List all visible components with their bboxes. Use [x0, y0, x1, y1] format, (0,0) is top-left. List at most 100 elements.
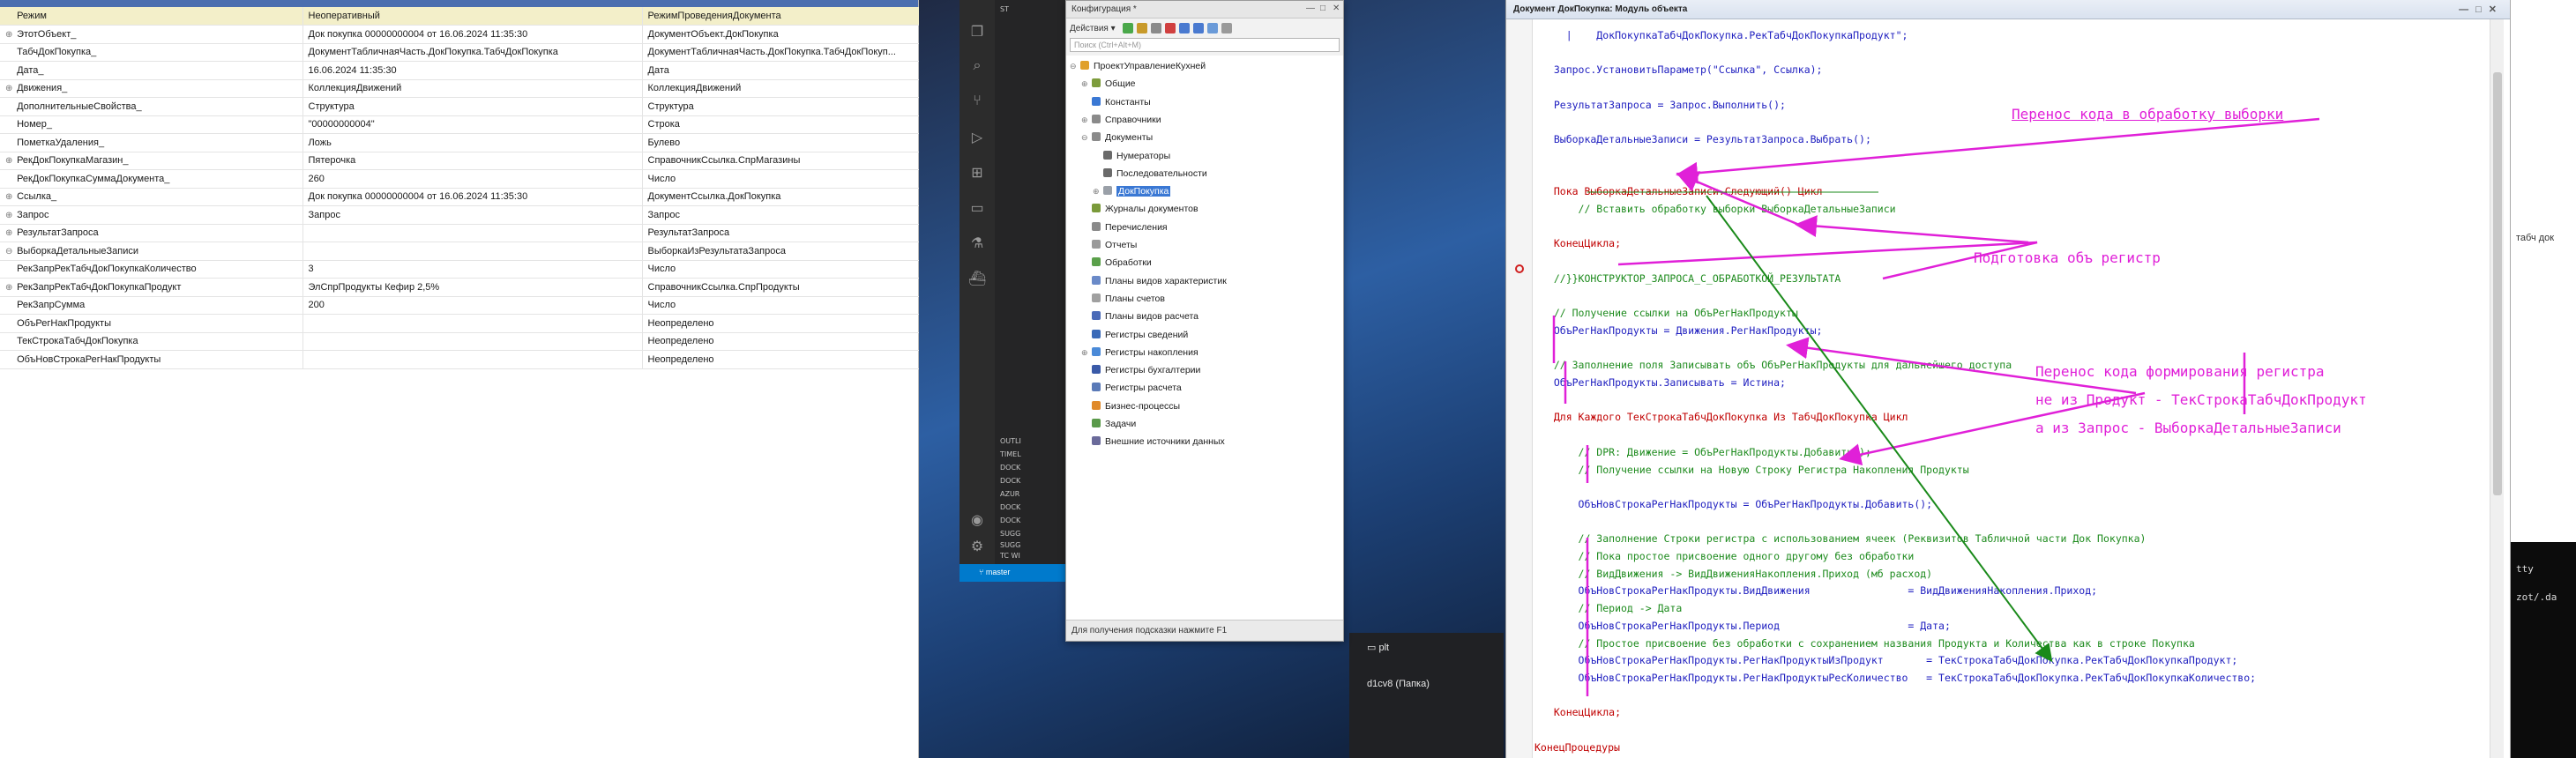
tree-node[interactable]: Нумераторы	[1093, 147, 1170, 165]
debug-row[interactable]: ТекСтрокаТабчДокПокупка Неопределено	[0, 332, 920, 351]
search-icon[interactable]: ⌕	[968, 58, 986, 76]
tree-node[interactable]: Константы	[1081, 93, 1151, 111]
tree-node[interactable]: Отчеты	[1081, 236, 1137, 254]
tree-node[interactable]: Регистры сведений	[1081, 326, 1188, 344]
tree-node[interactable]: Задачи	[1081, 415, 1136, 433]
debug-row[interactable]: Дата_ 16.06.2024 11:35:30 Дата	[0, 61, 920, 80]
expand-toggle[interactable]: ⊕	[1081, 75, 1089, 93]
tree-node[interactable]: Обработки	[1081, 254, 1152, 271]
debug-row[interactable]: РекЗапрРекТабчДокПокупкаКоличество 3 Число	[0, 260, 920, 279]
tree-node[interactable]: ⊖ ПроектУправлениеКухней	[1070, 57, 1206, 75]
vscode-side-row[interactable]: OUTLI	[1000, 437, 1021, 445]
tree-node[interactable]: Журналы документов	[1081, 200, 1198, 218]
breakpoint-icon[interactable]	[1515, 264, 1524, 273]
window-buttons[interactable]: —□✕	[2459, 4, 2504, 15]
source-control-icon[interactable]: ⑂	[968, 93, 986, 111]
vscode-side-row[interactable]: DOCK	[1000, 464, 1020, 472]
delete-icon[interactable]	[1164, 23, 1176, 33]
tree-node[interactable]: Перечисления	[1081, 219, 1168, 236]
debug-row[interactable]: ⊕ Движения_ КоллекцияДвижений КоллекцияДви…	[0, 79, 920, 98]
tree-node[interactable]: Планы видов расчета	[1081, 308, 1198, 325]
tree-node[interactable]: Последовательности	[1093, 165, 1207, 182]
expand-toggle[interactable]: ⊖	[5, 247, 14, 256]
extensions-icon[interactable]: ⊞	[968, 164, 986, 182]
testing-icon[interactable]: ⚗	[968, 234, 986, 252]
tree-node[interactable]: ⊕ Регистры накопления	[1081, 344, 1198, 361]
tree-node[interactable]: ⊕ ДокПокупка	[1093, 182, 1171, 200]
docker-icon[interactable]: ⛴	[968, 270, 986, 287]
vscode-side-row[interactable]: ST	[1000, 5, 1009, 13]
vscode-side-row[interactable]: AZUR	[1000, 490, 1019, 498]
debug-row[interactable]: ⊕ РекДокПокупкаМагазин_ Пятерочка Справочн…	[0, 152, 920, 170]
scroll-thumb[interactable]	[2493, 72, 2502, 495]
vscode-side-row[interactable]: DOCK	[1000, 503, 1020, 511]
vscode-activity-bar: ❐ ⌕ ⑂ ▷ ⊞ ▭ ⚗ ⛴ ◉ ⚙	[959, 0, 995, 582]
add-icon[interactable]	[1122, 23, 1133, 33]
vscode-side-row[interactable]: SUGG	[1000, 530, 1020, 538]
filter-icon[interactable]	[1221, 23, 1232, 33]
tree-node[interactable]: Планы счетов	[1081, 290, 1165, 308]
manage-gear-icon[interactable]: ⚙	[968, 538, 986, 555]
debug-row[interactable]: РекЗапрСумма 200 Число	[0, 296, 920, 315]
expand-toggle[interactable]: ⊕	[5, 211, 14, 220]
tree-node[interactable]: ⊕ Справочники	[1081, 111, 1161, 129]
tree-node[interactable]: Внешние источники данных	[1081, 433, 1225, 450]
actions-menu[interactable]: Действия ▾	[1070, 24, 1116, 33]
expand-toggle[interactable]: ⊕	[1093, 182, 1101, 200]
expand-toggle[interactable]: ⊕	[5, 156, 14, 166]
debug-row[interactable]: Режим Неоперативный РежимПроведенияДокумен…	[0, 7, 920, 26]
editor-scrollbar[interactable]	[2490, 19, 2504, 758]
tree-node[interactable]: Бизнес-процессы	[1081, 398, 1180, 415]
tree-node-icon	[1092, 419, 1101, 427]
debug-row[interactable]: РекДокПокупкаСуммаДокумента_ 260 Число	[0, 169, 920, 189]
expand-toggle[interactable]: ⊖	[1081, 129, 1089, 146]
vscode-side-row[interactable]: DOCK	[1000, 516, 1020, 524]
move-up-icon[interactable]	[1178, 23, 1190, 33]
expand-toggle[interactable]: ⊕	[1081, 111, 1089, 129]
debug-row[interactable]: ОбъРегНакПродукты Неопределено	[0, 314, 920, 333]
remote-explorer-icon[interactable]: ▭	[968, 199, 986, 217]
debug-row[interactable]: Номер_ "00000000004" Строка	[0, 115, 920, 134]
debug-row[interactable]: ДополнительныеСвойства_ Структура Структур…	[0, 97, 920, 116]
explorer-icon[interactable]: ❐	[968, 23, 986, 41]
vscode-side-row[interactable]: SUGG	[1000, 541, 1020, 549]
vscode-side-row[interactable]: TC WI	[1000, 552, 1020, 560]
sort-icon[interactable]	[1206, 23, 1218, 33]
debug-row[interactable]: ⊕ РекЗапрРекТабчДокПокупкаПродукт ЭлСпрПр…	[0, 278, 920, 297]
vscode-side-row[interactable]: TIMEL	[1000, 450, 1021, 458]
maximize-icon[interactable]: □	[1320, 4, 1331, 14]
debug-row[interactable]: ⊕ ЭтотОбъект_ Док покупка 00000000004 от …	[0, 25, 920, 44]
vscode-side-row[interactable]: DOCK	[1000, 477, 1020, 485]
expand-toggle[interactable]: ⊕	[1081, 344, 1089, 361]
expand-toggle[interactable]: ⊖	[1070, 57, 1078, 75]
tree-node[interactable]: Планы видов характеристик	[1081, 272, 1227, 290]
run-debug-icon[interactable]: ▷	[968, 129, 986, 146]
account-icon[interactable]: ◉	[968, 511, 986, 529]
debug-row[interactable]: ПометкаУдаления_ Ложь Булево	[0, 133, 920, 152]
debug-row[interactable]: ⊕ РезультатЗапроса РезультатЗапроса	[0, 224, 920, 242]
expand-toggle[interactable]: ⊕	[5, 30, 14, 40]
taskbar-item[interactable]: ▭ plt	[1367, 642, 1389, 653]
debug-row[interactable]: ТабчДокПокупка_ ДокументТабличнаяЧасть.До…	[0, 43, 920, 62]
tree-node[interactable]: Регистры расчета	[1081, 379, 1182, 397]
tree-node[interactable]: ⊖ Документы	[1081, 129, 1153, 146]
debug-row[interactable]: ⊖ ВыборкаДетальныеЗаписи ВыборкаИзРезульт…	[0, 242, 920, 261]
edit-icon[interactable]	[1136, 23, 1147, 33]
expand-toggle[interactable]: ⊕	[5, 228, 14, 238]
move-down-icon[interactable]	[1192, 23, 1204, 33]
debug-row[interactable]: ⊕ Запрос Запрос Запрос	[0, 205, 920, 225]
copy-icon[interactable]	[1150, 23, 1161, 33]
vscode-status-bar[interactable]: ⑂ master	[959, 564, 1070, 582]
expand-toggle[interactable]: ⊕	[5, 84, 14, 93]
tree-node[interactable]: ⊕ Общие	[1081, 75, 1136, 93]
expand-toggle[interactable]: ⊕	[5, 192, 14, 202]
variable-name: РекЗапрСумма	[0, 296, 303, 315]
minimize-icon[interactable]: —	[1306, 4, 1317, 14]
tree-node[interactable]: Регистры бухгалтерии	[1081, 361, 1200, 379]
debug-row[interactable]: ⊕ Ссылка_ Док покупка 00000000004 от 16.0…	[0, 188, 920, 206]
debug-row[interactable]: ОбъНовСтрокаРегНакПродукты Неопределено	[0, 350, 920, 369]
taskbar-item[interactable]: d1cv8 (Папка)	[1367, 679, 1430, 689]
config-search-input[interactable]: Поиск (Ctrl+Alt+M)	[1070, 38, 1340, 52]
close-icon[interactable]: ✕	[1333, 4, 1343, 14]
expand-toggle[interactable]: ⊕	[5, 283, 14, 293]
